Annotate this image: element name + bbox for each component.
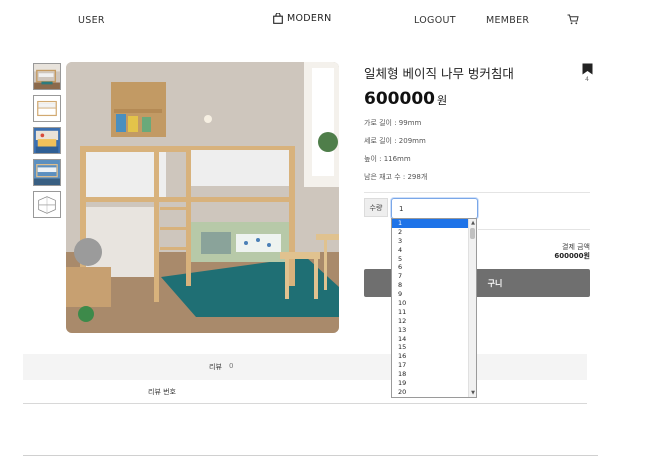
nav-member-link[interactable]: MEMBER bbox=[486, 15, 529, 26]
dropdown-options: 1 2 3 4 5 6 7 8 9 10 11 12 13 14 15 16 17 18 19 20 bbox=[392, 219, 470, 397]
scroll-up-icon[interactable]: ▲ bbox=[470, 220, 476, 226]
dropdown-option[interactable]: 14 bbox=[392, 335, 470, 344]
review-title: 리뷰 bbox=[209, 363, 222, 371]
dropdown-option[interactable]: 3 bbox=[392, 237, 470, 246]
spec-width: 가로 길이 : 99mm bbox=[364, 119, 422, 127]
total-price-value: 600000원 bbox=[554, 252, 590, 260]
dropdown-option[interactable]: 4 bbox=[392, 246, 470, 255]
dropdown-option[interactable]: 19 bbox=[392, 379, 470, 388]
nav-user-link[interactable]: USER bbox=[78, 15, 105, 26]
dropdown-option[interactable]: 1 bbox=[392, 219, 470, 228]
thumbnail-5[interactable] bbox=[33, 191, 61, 218]
dropdown-option[interactable]: 11 bbox=[392, 308, 470, 317]
review-header-bar bbox=[23, 354, 587, 380]
cart-icon[interactable] bbox=[567, 14, 579, 25]
add-to-cart-label: 구니 bbox=[487, 278, 503, 288]
dropdown-option[interactable]: 7 bbox=[392, 272, 470, 281]
brand-logo[interactable]: MODERN bbox=[273, 13, 332, 24]
divider bbox=[364, 192, 590, 193]
dropdown-option[interactable]: 6 bbox=[392, 263, 470, 272]
thumbnail-2[interactable] bbox=[33, 95, 61, 122]
dropdown-option[interactable]: 15 bbox=[392, 343, 470, 352]
dropdown-scrollbar[interactable]: ▲ ▼ bbox=[468, 219, 476, 397]
dropdown-option[interactable]: 18 bbox=[392, 370, 470, 379]
divider bbox=[23, 403, 587, 404]
review-count: 0 bbox=[229, 362, 234, 370]
bookmark-button[interactable]: 4 bbox=[581, 63, 593, 83]
product-price: 600000 원 bbox=[364, 89, 447, 109]
quantity-dropdown-list[interactable]: 1 2 3 4 5 6 7 8 9 10 11 12 13 14 15 16 17 18 19 20 ▲ ▼ bbox=[391, 218, 477, 398]
dropdown-option[interactable]: 16 bbox=[392, 352, 470, 361]
thumbnail-4[interactable] bbox=[33, 159, 61, 186]
dropdown-option[interactable]: 20 bbox=[392, 388, 470, 397]
quantity-select[interactable]: 1 bbox=[391, 198, 478, 219]
bookmark-count: 4 bbox=[585, 76, 589, 83]
nav-logout-link[interactable]: LOGOUT bbox=[414, 15, 456, 26]
thumbnail-1[interactable] bbox=[33, 63, 61, 90]
shopping-bag-icon bbox=[273, 13, 283, 24]
dropdown-option[interactable]: 8 bbox=[392, 281, 470, 290]
spec-stock: 남은 재고 수 : 298개 bbox=[364, 173, 428, 181]
thumbnail-3[interactable] bbox=[33, 127, 61, 154]
dropdown-option[interactable]: 9 bbox=[392, 290, 470, 299]
bookmark-icon bbox=[582, 63, 592, 75]
scrollbar-thumb[interactable] bbox=[470, 228, 475, 239]
price-unit: 원 bbox=[436, 94, 448, 107]
product-main-image bbox=[66, 62, 339, 333]
spec-height: 높이 : 116mm bbox=[364, 155, 411, 163]
quantity-label: 수량 bbox=[364, 198, 388, 217]
dropdown-option[interactable]: 5 bbox=[392, 255, 470, 264]
dropdown-option[interactable]: 13 bbox=[392, 326, 470, 335]
dropdown-option[interactable]: 17 bbox=[392, 361, 470, 370]
footer-divider bbox=[23, 455, 598, 456]
product-title: 일체형 베이직 나무 벙커침대 bbox=[364, 66, 514, 81]
dropdown-option[interactable]: 12 bbox=[392, 317, 470, 326]
dropdown-option[interactable]: 10 bbox=[392, 299, 470, 308]
scroll-down-icon[interactable]: ▼ bbox=[470, 390, 476, 396]
spec-length: 세로 길이 : 209mm bbox=[364, 137, 426, 145]
dropdown-option[interactable]: 2 bbox=[392, 228, 470, 237]
brand-name: MODERN bbox=[287, 13, 332, 24]
review-number-column: 리뷰 번호 bbox=[148, 388, 176, 396]
price-value: 600000 bbox=[364, 89, 435, 109]
divider bbox=[478, 229, 590, 230]
